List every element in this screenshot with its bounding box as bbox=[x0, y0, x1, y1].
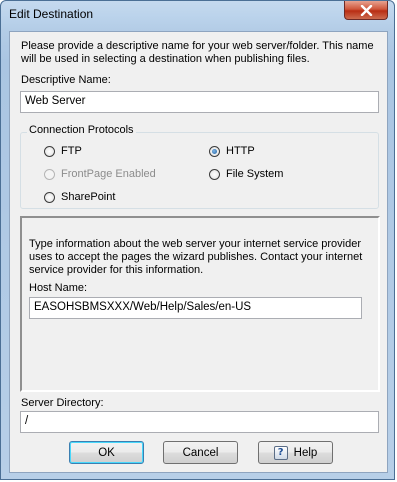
dialog-window: Edit Destination Please provide a descri… bbox=[0, 0, 395, 480]
http-info-text: Type information about the web server yo… bbox=[29, 238, 363, 276]
radio-http-label: HTTP bbox=[226, 145, 255, 157]
intro-text: Please provide a descriptive name for yo… bbox=[21, 40, 374, 65]
host-name-input[interactable]: EASOHSBMSXXX/Web/Help/Sales/en-US bbox=[29, 297, 362, 319]
help-icon: ? bbox=[273, 445, 288, 460]
radio-file-system-label: File System bbox=[226, 168, 284, 180]
radio-http-button[interactable] bbox=[209, 145, 220, 157]
dialog-client-area: Please provide a descriptive name for yo… bbox=[9, 31, 388, 473]
help-button[interactable]: ? Help bbox=[258, 441, 333, 464]
help-button-label: Help bbox=[293, 446, 318, 459]
cancel-button[interactable]: Cancel bbox=[163, 441, 238, 464]
descriptive-name-label: Descriptive Name: bbox=[21, 74, 111, 86]
radio-frontpage-button bbox=[44, 168, 55, 180]
host-name-label: Host Name: bbox=[29, 282, 88, 294]
ok-button[interactable]: OK bbox=[69, 441, 144, 464]
radio-ftp[interactable]: FTP bbox=[44, 145, 82, 157]
radio-frontpage-label: FrontPage Enabled bbox=[61, 168, 156, 180]
radio-http[interactable]: HTTP bbox=[209, 145, 255, 157]
server-directory-label: Server Directory: bbox=[21, 397, 104, 409]
radio-sharepoint-button[interactable] bbox=[44, 191, 55, 203]
radio-ftp-button[interactable] bbox=[44, 145, 55, 157]
close-button[interactable] bbox=[344, 1, 388, 20]
close-icon bbox=[360, 5, 373, 16]
radio-sharepoint[interactable]: SharePoint bbox=[44, 191, 115, 203]
server-directory-input[interactable]: / bbox=[20, 411, 379, 433]
descriptive-name-input[interactable]: Web Server bbox=[20, 91, 379, 113]
radio-ftp-label: FTP bbox=[61, 145, 82, 157]
radio-sharepoint-label: SharePoint bbox=[61, 191, 116, 203]
radio-file-system-button[interactable] bbox=[209, 168, 220, 180]
radio-frontpage: FrontPage Enabled bbox=[44, 168, 156, 180]
radio-file-system[interactable]: File System bbox=[209, 168, 283, 180]
connection-protocols-title: Connection Protocols bbox=[27, 124, 136, 136]
http-settings-panel: Type information about the web server yo… bbox=[20, 216, 380, 392]
window-title: Edit Destination bbox=[9, 7, 94, 21]
